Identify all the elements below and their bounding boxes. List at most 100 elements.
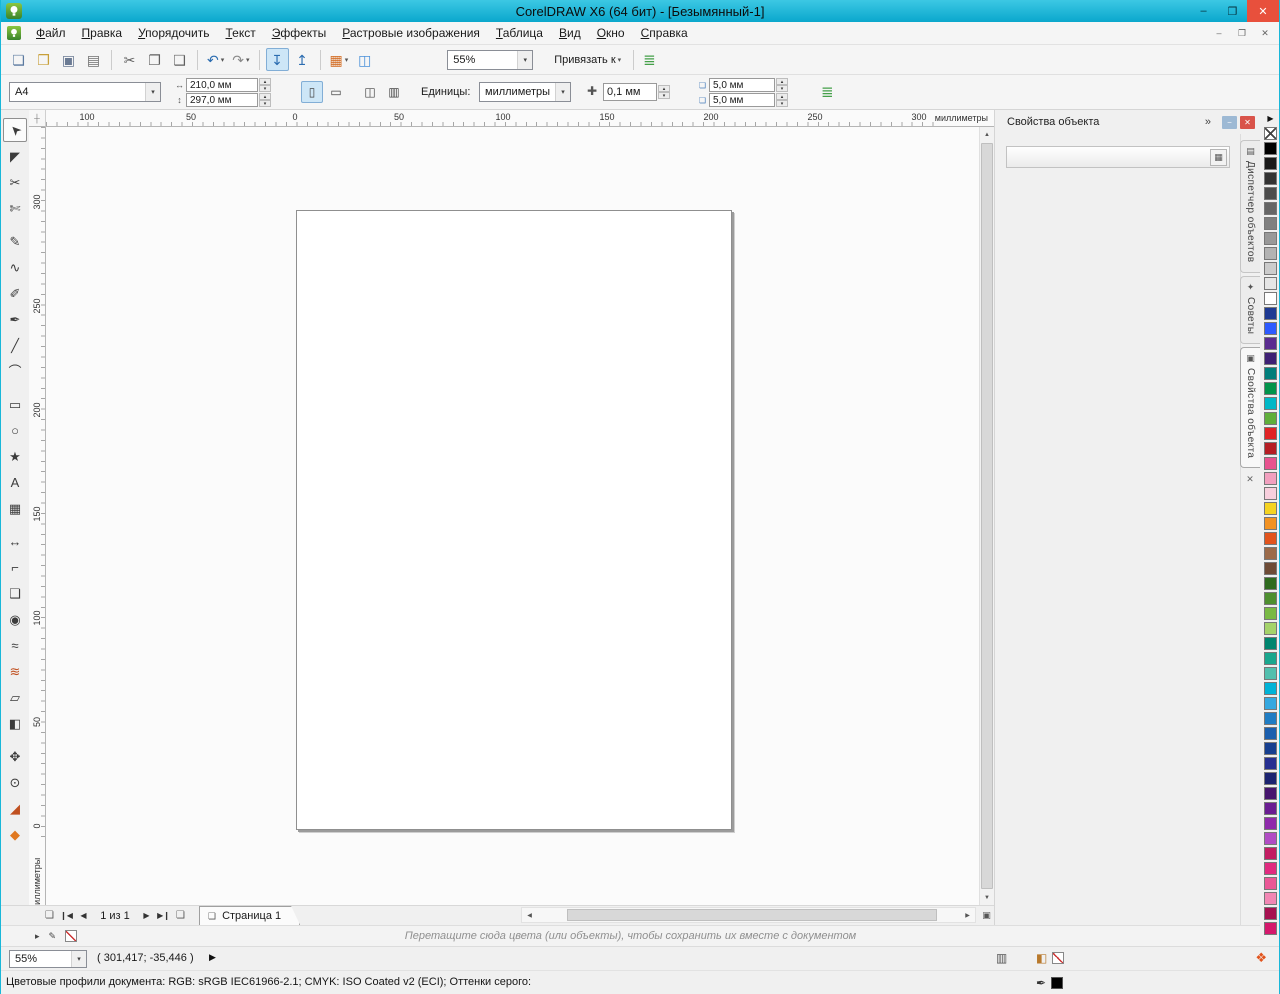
previous-page-button[interactable]: ◀ [75,907,92,924]
color-swatch[interactable] [1264,262,1277,275]
color-swatch[interactable] [1264,667,1277,680]
color-swatch[interactable] [1264,772,1277,785]
docker-tab-object-properties[interactable]: ▣Свойства объекта [1240,347,1260,468]
color-swatch[interactable] [1264,517,1277,530]
page-width-spinner[interactable]: ▴ ▾ [259,78,271,92]
page-width-field[interactable]: 210,0 мм [186,78,258,92]
scroll-left-button[interactable]: ◀ [522,908,537,922]
contour-tool[interactable]: ◉ [3,607,27,631]
pick-tool[interactable]: ➤ [3,118,27,142]
horizontal-scrollbar[interactable]: ◀ ▶ [521,907,976,923]
docker-tab-object-manager[interactable]: ▤Диспетчер объектов [1240,140,1260,273]
document-restore-button[interactable]: ❐ [1234,26,1250,40]
color-swatch[interactable] [1264,352,1277,365]
color-swatch[interactable] [1264,817,1277,830]
rectangle-tool[interactable]: ▭ [3,392,27,416]
vertical-ruler[interactable]: миллиметры 300250200150100500 [29,127,46,905]
table-tool[interactable]: ▦ [3,496,27,520]
zoom-levels-select[interactable]: 55% ▾ [447,50,533,70]
color-swatch[interactable] [1264,172,1277,185]
undo-button[interactable]: ↶▾ [204,48,227,71]
grid-icon[interactable]: ▦ [1210,149,1227,166]
next-page-button[interactable]: ▶ [138,907,155,924]
color-swatch[interactable] [1264,607,1277,620]
connector-tool[interactable]: ⌐ [3,555,27,579]
text-tool[interactable]: А [3,470,27,494]
object-info-icon[interactable]: ▥ [996,951,1007,965]
options-button[interactable]: ≣ [639,51,660,69]
import-button[interactable]: ↧ [266,48,289,71]
menu-item-bitmaps[interactable]: Растровые изображения [334,23,488,43]
menu-item-help[interactable]: Справка [633,23,696,43]
color-swatch[interactable] [1264,622,1277,635]
portrait-button[interactable]: ▯ [301,81,323,103]
document-palette-flyout-icon[interactable]: ▸ [35,931,40,942]
ruler-origin-button[interactable]: ┼ [29,110,46,127]
title-bar[interactable]: CorelDRAW X6 (64 бит) - [Безымянный-1] –… [1,0,1279,22]
color-swatch[interactable] [1264,142,1277,155]
nudge-spinner[interactable]: ▴ ▾ [658,85,670,99]
status-zoom-select[interactable]: 55% ▾ [9,950,87,968]
horizontal-scroll-thumb[interactable] [567,909,937,921]
color-swatch[interactable] [1264,637,1277,650]
outline-indicator[interactable]: ✒ [1036,976,1063,990]
color-swatch[interactable] [1264,532,1277,545]
save-document-button[interactable]: ▣ [57,48,80,71]
treat-as-filled-button[interactable]: ≣ [821,83,834,101]
application-launcher-button[interactable]: ▦▾ [327,48,352,71]
spin-down-icon[interactable]: ▾ [259,85,271,92]
dimension-tool[interactable]: ↔ [3,529,27,553]
docker-collapse-button[interactable]: − [1222,116,1237,129]
new-document-button[interactable]: ❏ [7,48,30,71]
envelope-tool[interactable]: ▱ [3,685,27,709]
color-swatch[interactable] [1264,277,1277,290]
fill-tool[interactable]: ◆ [3,822,27,846]
spin-up-icon[interactable]: ▴ [658,85,670,92]
color-swatch[interactable] [1264,577,1277,590]
export-button[interactable]: ↥ [291,48,314,71]
color-swatch[interactable] [1264,232,1277,245]
duplicate-x-field[interactable]: 5,0 мм [709,78,775,92]
color-swatch[interactable] [1264,397,1277,410]
zoom-tool[interactable]: ⊙ [3,770,27,794]
coordinates-arrow-icon[interactable]: ▶ [209,952,216,963]
color-swatch[interactable] [1264,217,1277,230]
color-swatch[interactable] [1264,892,1277,905]
spin-up-icon[interactable]: ▴ [776,93,788,100]
minimize-button[interactable]: – [1189,0,1218,22]
color-swatch[interactable] [1264,442,1277,455]
distort-tool[interactable]: ≋ [3,659,27,683]
color-swatch[interactable] [1264,472,1277,485]
color-swatch[interactable] [1264,202,1277,215]
color-swatch[interactable] [1264,307,1277,320]
color-swatch[interactable] [1264,847,1277,860]
paste-button[interactable]: ❑ [168,48,191,71]
menu-item-effects[interactable]: Эффекты [264,23,335,43]
color-swatch[interactable] [1264,832,1277,845]
spin-down-icon[interactable]: ▾ [776,100,788,107]
vertical-scrollbar[interactable]: ▲ ▼ [979,127,994,905]
close-button[interactable]: ✕ [1247,0,1279,22]
blend-tool[interactable]: ≈ [3,633,27,657]
docker-style-field[interactable]: ▦ [1006,146,1230,168]
spin-down-icon[interactable]: ▾ [776,85,788,92]
scroll-down-button[interactable]: ▼ [980,890,994,905]
extrude-tool[interactable]: ◧ [3,711,27,735]
chevron-down-icon[interactable]: ▾ [71,951,86,967]
crop-tool[interactable]: ✂ [3,170,27,194]
color-swatch[interactable] [1264,742,1277,755]
docker-options-icon[interactable]: » [1205,116,1211,128]
color-swatch[interactable] [1264,547,1277,560]
color-swatch[interactable] [1264,427,1277,440]
color-swatch[interactable] [1264,802,1277,815]
menu-item-arrange[interactable]: Упорядочить [130,23,217,43]
duplicate-x-spinner[interactable]: ▴ ▾ [776,78,788,92]
polygon-tool[interactable]: ★ [3,444,27,468]
add-page-after-button[interactable]: ❏ [172,907,189,924]
duplicate-y-field[interactable]: 5,0 мм [709,93,775,107]
color-swatch[interactable] [1264,502,1277,515]
navigator-button[interactable]: ▣ [979,905,994,925]
copy-button[interactable]: ❐ [143,48,166,71]
first-page-button[interactable]: ❙◀ [58,907,75,924]
bezier-tool[interactable]: ∿ [3,255,27,279]
